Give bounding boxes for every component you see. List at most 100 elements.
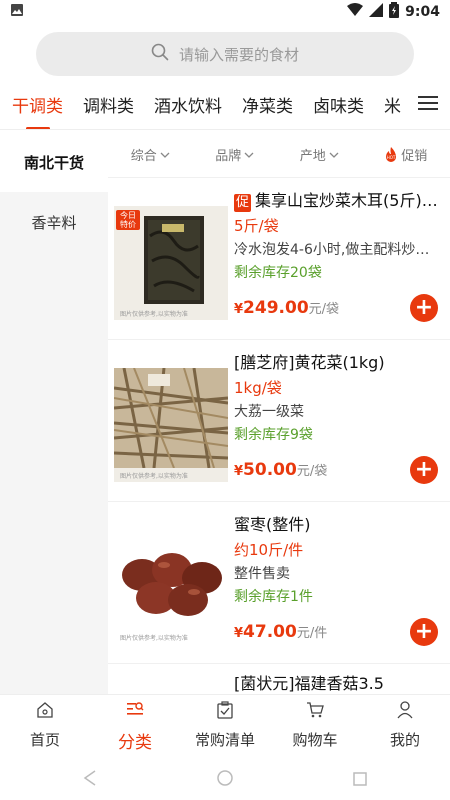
chevron-down-icon <box>160 147 170 162</box>
status-bar: 9:04 <box>0 0 450 24</box>
search-icon <box>151 43 169 65</box>
product-card[interactable]: 今日特价 图片仅供参考,以实物为准 促集享山宝炒菜木耳(5斤)(... 5斤/袋… <box>108 178 450 340</box>
tab-category[interactable]: 分类 <box>90 695 180 760</box>
product-spec: 5斤/袋 <box>234 217 279 235</box>
plus-icon: + <box>414 619 434 644</box>
filter-bar: 综合 品牌 产地 HOT 促销 <box>108 132 450 178</box>
product-title: 促集享山宝炒菜木耳(5斤)(... <box>234 190 442 212</box>
sidebar-item-nanbei-ganhuo[interactable]: 南北干货 <box>0 132 108 192</box>
add-to-cart-button[interactable]: + <box>410 294 438 322</box>
tab-jiushui[interactable]: 酒水饮料 <box>154 92 222 117</box>
price-value: 249.00 <box>243 298 309 318</box>
category-icon <box>126 701 144 722</box>
product-desc: 整件售卖 <box>234 566 290 582</box>
gallery-notification-icon <box>10 3 24 21</box>
tab-jingcai[interactable]: 净菜类 <box>242 92 293 117</box>
price-currency: ¥ <box>234 302 244 317</box>
signal-icon <box>369 3 384 21</box>
filter-comprehensive[interactable]: 综合 <box>131 145 170 164</box>
image-caption: 图片仅供参考,以实物为准 <box>120 473 188 480</box>
clipboard-icon <box>217 701 233 723</box>
product-list: 综合 品牌 产地 HOT 促销 今日特价 图片仅供参考,以实物为准 促 集享山宝… <box>108 132 450 694</box>
product-image: 图片仅供参考,以实物为准 <box>114 530 228 644</box>
sidebar-item-xiangxinliao[interactable]: 香辛料 <box>0 192 108 252</box>
product-title: [膳芝府]黄花菜(1kg) <box>234 353 385 372</box>
image-caption: 图片仅供参考,以实物为准 <box>120 311 188 318</box>
cart-icon <box>306 701 324 723</box>
today-special-badge: 今日特价 <box>116 210 140 230</box>
add-to-cart-button[interactable]: + <box>410 456 438 484</box>
hot-flame-icon: HOT <box>384 146 398 163</box>
price-value: 47.00 <box>243 622 297 642</box>
sidebar: 南北干货 香辛料 <box>0 132 108 694</box>
filter-origin-label: 产地 <box>299 149 326 164</box>
tab-gandiao[interactable]: 干调类 <box>12 92 63 117</box>
wifi-icon <box>347 3 364 21</box>
product-info: [膳芝府]黄花菜(1kg) 1kg/袋 大荔一级菜 剩余库存9袋 <box>234 352 442 445</box>
tab-profile-label: 我的 <box>389 731 420 749</box>
product-title: 蜜枣(整件) <box>234 515 311 534</box>
tab-category-label: 分类 <box>118 733 152 753</box>
product-image: 图片仅供参考,以实物为准 <box>114 368 228 482</box>
hot-badge-text: HOT <box>387 155 396 160</box>
filter-origin[interactable]: 产地 <box>300 145 339 164</box>
plus-icon: + <box>414 295 434 320</box>
product-info: 促集享山宝炒菜木耳(5斤)(... 5斤/袋 冷水泡发4-6小时,做主配料炒菜.… <box>234 190 442 283</box>
image-caption: 图片仅供参考,以实物为准 <box>120 635 188 642</box>
product-image: 今日特价 图片仅供参考,以实物为准 <box>114 206 228 320</box>
product-spec: 1kg/袋 <box>234 379 282 397</box>
filter-promo[interactable]: HOT 促销 <box>384 145 427 164</box>
price-currency: ¥ <box>234 464 244 479</box>
category-tabs: 干调类 调料类 酒水饮料 净菜类 卤味类 米 <box>0 80 450 130</box>
tab-cart[interactable]: 购物车 <box>270 695 360 760</box>
price-unit: 元/件 <box>296 626 328 641</box>
tab-frequent-list[interactable]: 常购清单 <box>180 695 270 760</box>
chevron-down-icon <box>329 147 339 162</box>
product-price: ¥249.00元/袋 <box>234 298 339 318</box>
tab-home-label: 首页 <box>29 731 60 749</box>
product-title: [菌状元]福建香菇3.5 <box>234 674 384 693</box>
product-card[interactable]: 图片仅供参考,以实物为准 蜜枣(整件) 约10斤/件 整件售卖 剩余库存1件 ¥… <box>108 502 450 664</box>
product-card[interactable]: 图片仅供参考,以实物为准 [膳芝府]黄花菜(1kg) 1kg/袋 大荔一级菜 剩… <box>108 340 450 502</box>
product-info: 蜜枣(整件) 约10斤/件 整件售卖 剩余库存1件 <box>234 514 442 607</box>
product-price: ¥47.00元/件 <box>234 622 327 642</box>
product-spec: 约10斤/件 <box>234 541 304 559</box>
recents-icon[interactable] <box>353 771 367 790</box>
back-icon[interactable] <box>83 770 97 790</box>
search-placeholder: 请输入需要的食材 <box>178 45 299 64</box>
tab-luwei[interactable]: 卤味类 <box>313 92 364 117</box>
product-desc: 冷水泡发4-6小时,做主配料炒菜... <box>234 242 442 258</box>
plus-icon: + <box>414 457 434 482</box>
home-circle-icon[interactable] <box>217 770 233 790</box>
price-unit: 元/袋 <box>296 464 328 479</box>
filter-brand-label: 品牌 <box>215 149 242 164</box>
price-currency: ¥ <box>234 626 244 641</box>
product-title-text: 集享山宝炒菜木耳(5斤)(... <box>255 191 442 210</box>
product-stock: 剩余库存9袋 <box>234 427 313 443</box>
search-input[interactable]: 请输入需要的食材 <box>36 32 414 76</box>
promo-tag: 促 <box>234 194 252 212</box>
tab-frequent-list-label: 常购清单 <box>194 731 255 749</box>
hamburger-icon <box>418 95 438 115</box>
person-icon <box>397 701 413 723</box>
product-card[interactable]: [菌状元]福建香菇3.5 <box>108 664 450 694</box>
filter-comprehensive-label: 综合 <box>130 149 157 164</box>
filter-brand[interactable]: 品牌 <box>215 145 254 164</box>
system-nav-bar <box>0 760 450 800</box>
tab-profile[interactable]: 我的 <box>360 695 450 760</box>
add-to-cart-button[interactable]: + <box>410 618 438 646</box>
product-price: ¥50.00元/袋 <box>234 460 327 480</box>
tab-mi[interactable]: 米 <box>384 92 401 117</box>
status-time: 9:04 <box>405 4 440 20</box>
search-area: 请输入需要的食材 <box>0 24 450 80</box>
product-desc: 大荔一级菜 <box>234 404 304 420</box>
price-value: 50.00 <box>243 460 297 480</box>
product-stock: 剩余库存20袋 <box>234 265 322 281</box>
tab-home[interactable]: 首页 <box>0 695 90 760</box>
product-stock: 剩余库存1件 <box>234 589 313 605</box>
category-menu-button[interactable] <box>406 80 450 129</box>
chevron-down-icon <box>244 147 254 162</box>
tab-tiaoliao[interactable]: 调料类 <box>83 92 134 117</box>
filter-promo-label: 促销 <box>401 149 428 164</box>
bottom-tab-bar: 首页 分类 常购清单 购物车 我的 <box>0 694 450 760</box>
